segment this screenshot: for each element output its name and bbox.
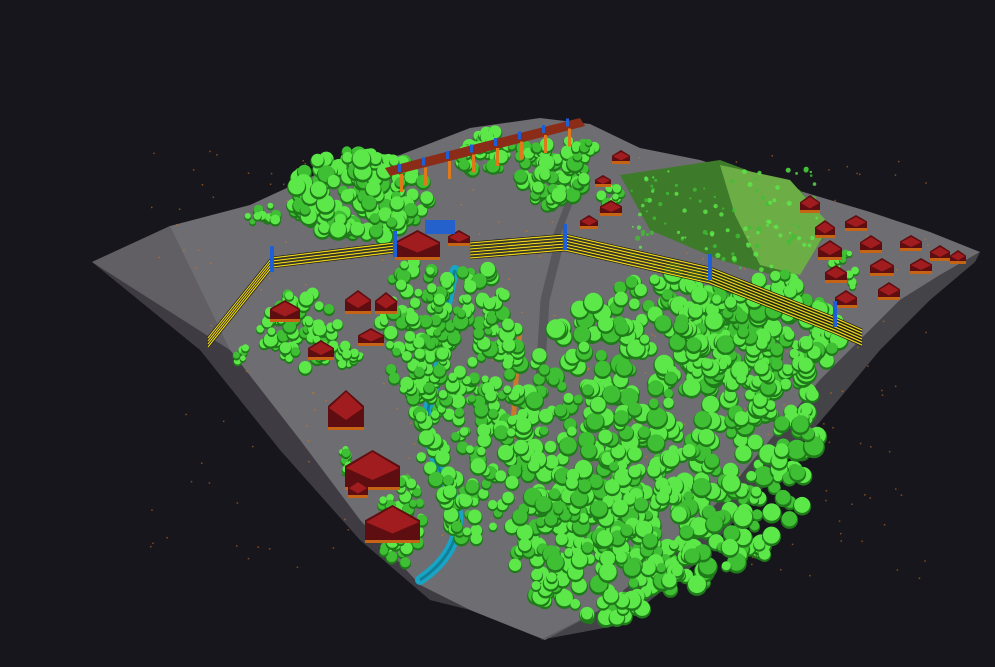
viaduct-pier (544, 135, 547, 153)
viaduct-pier (496, 148, 499, 166)
viaduct-pier (568, 128, 571, 147)
viaduct-pier (400, 174, 403, 192)
viaduct-post (518, 131, 521, 140)
blue-roof-structure (425, 220, 455, 234)
pylon (563, 224, 567, 250)
viaduct-pier (448, 161, 451, 179)
viaduct-pier (472, 154, 475, 173)
viaduct-pier (424, 167, 427, 186)
viaduct-post (422, 157, 425, 166)
viaduct-pier (520, 141, 523, 160)
viaduct-post (542, 125, 545, 133)
pylon (393, 231, 397, 257)
pylon (270, 246, 274, 272)
viaduct-post (494, 138, 497, 146)
viaduct-post (566, 118, 569, 127)
point-cloud-scene[interactable] (0, 0, 995, 667)
viaduct-post (470, 144, 473, 153)
viaduct-post (398, 164, 401, 172)
pylon (833, 301, 837, 327)
pylon (708, 254, 712, 280)
viaduct-post (446, 151, 449, 159)
point-cloud-viewport[interactable] (0, 0, 995, 667)
